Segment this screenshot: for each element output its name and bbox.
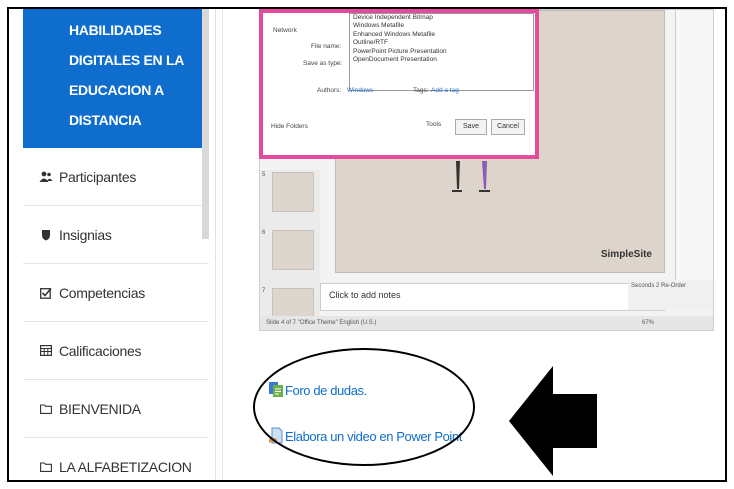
users-icon [39,170,53,184]
thumb-number: 5 [262,172,266,178]
authors-value[interactable]: Windows [347,87,373,94]
course-title-line: HABILIDADES [69,22,162,38]
type-option[interactable]: Outline/RTF [353,39,533,47]
slide-thumbnail[interactable] [272,230,314,270]
notes-field[interactable]: Click to add notes [320,283,665,311]
sidebar-item-label: Competencias [59,284,145,301]
sidebar-item-participantes[interactable]: Participantes [23,148,209,206]
save-type-list[interactable]: Device Independent Bitmap Windows Metafi… [349,13,534,91]
authors-label: Authors: [317,87,342,94]
save-button[interactable]: Save [455,119,487,135]
sidebar-item-label: BIENVENIDA [59,400,141,417]
sidebar-item-label: Insignias [59,226,112,243]
course-title-line: EDUCACION A [69,82,164,98]
timing-label: Seconds [631,283,655,289]
sidebar-item-calificaciones[interactable]: Calificaciones [23,322,209,380]
save-as-type-label: Save as type: [303,60,343,67]
course-title-line: DISTANCIA [69,112,142,128]
timing-value[interactable]: 2 [656,283,659,289]
sidebar-scrollbar[interactable] [202,9,209,239]
slide-logo: SimpleSite [600,249,652,260]
slide-thumbnail[interactable] [272,172,314,212]
slide-thumbnails: 5 6 7 [260,170,320,328]
thumb-number: 6 [262,230,266,236]
tags-label: Tags: [413,87,429,94]
shield-icon [39,228,53,242]
tags-value[interactable]: Add a tag [431,87,459,94]
network-label[interactable]: Network [273,27,297,34]
hide-folders-button[interactable]: Hide Folders [271,123,308,130]
content-divider [222,9,223,480]
animation-pane [675,10,713,310]
folder-icon [39,402,53,416]
table-icon [39,344,53,358]
sidebar-item-label: Participantes [59,168,137,185]
status-left: Slide 4 of 7 "Office Theme" English (U.S… [266,320,377,326]
status-bar: Slide 4 of 7 "Office Theme" English (U.S… [260,316,713,330]
folder-icon [39,460,53,474]
zoom-level[interactable]: 67% [642,316,654,330]
type-option[interactable]: OpenDocument Presentation [353,56,533,64]
screenshot-frame: HABILIDADES DIGITALES EN LA EDUCACION A … [7,7,727,482]
people-illustration [452,161,490,192]
timing-controls: Seconds 2 Re-Order [628,280,713,310]
course-title-line: DIGITALES EN LA [69,52,185,68]
save-dialog: Device Independent Bitmap Windows Metafi… [259,9,539,159]
type-option[interactable]: PowerPoint Picture Presentation [353,48,533,56]
sidebar-item-insignias[interactable]: Insignias [23,206,209,264]
sidebar-item-bienvenida[interactable]: BIENVENIDA [23,380,209,438]
highlight-oval [253,348,475,466]
checkbox-icon [39,286,53,300]
sidebar-item-label: LA ALFABETIZACION [59,458,192,475]
reorder-label[interactable]: Re-Order [661,283,686,289]
thumb-number: 7 [262,288,266,294]
sidebar-item-label: Calificaciones [59,342,142,359]
sidebar-item-alfabetizacion[interactable]: LA ALFABETIZACION [23,438,209,480]
left-arrow-icon [509,366,597,476]
course-sidebar: HABILIDADES DIGITALES EN LA EDUCACION A … [17,9,216,480]
cancel-button[interactable]: Cancel [491,119,525,135]
course-title[interactable]: HABILIDADES DIGITALES EN LA EDUCACION A … [23,9,209,148]
sidebar-item-competencias[interactable]: Competencias [23,264,209,322]
type-option[interactable]: Device Independent Bitmap [353,14,533,22]
type-option[interactable]: Enhanced Windows Metafile [353,31,533,39]
type-option[interactable]: Windows Metafile [353,22,533,30]
file-name-label: File name: [311,43,342,50]
tools-menu[interactable]: Tools [426,121,441,128]
